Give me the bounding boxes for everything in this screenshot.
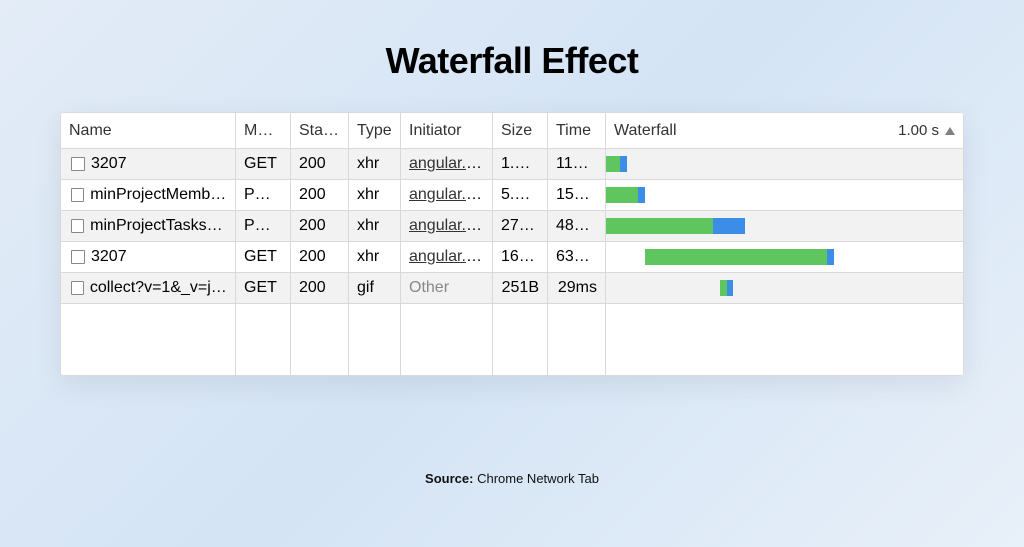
waterfall-segment-waiting [606,187,638,203]
request-size: 251B [493,273,548,304]
col-header-size[interactable]: Size [493,113,548,149]
row-checkbox[interactable] [71,219,84,233]
waterfall-segment-waiting [606,218,713,234]
request-time: 631ms [548,242,606,273]
request-method: GET [236,242,291,273]
network-table: Name Met... Status Type Initiator Size T… [60,112,964,376]
request-name: minProjectTasksBy... [90,217,227,235]
table-row[interactable]: minProjectTasksBy... POST 200 xhr angula… [61,211,964,242]
request-initiator[interactable]: angular.js:... [409,155,493,172]
network-panel: Name Met... Status Type Initiator Size T… [60,112,964,376]
request-status: 200 [291,211,349,242]
request-method: POST [236,211,291,242]
request-type: xhr [349,242,401,273]
col-header-type[interactable]: Type [349,113,401,149]
row-checkbox[interactable] [71,188,84,202]
waterfall-bar [606,187,963,203]
col-header-initiator[interactable]: Initiator [401,113,493,149]
request-status: 200 [291,149,349,180]
table-row[interactable]: 3207 GET 200 xhr angular.js:... 1.8KB 11… [61,149,964,180]
table-header-row: Name Met... Status Type Initiator Size T… [61,113,964,149]
row-checkbox[interactable] [71,157,85,171]
waterfall-segment-waiting [606,156,620,172]
waterfall-bar [645,249,963,265]
request-status: 200 [291,180,349,211]
request-initiator: Other [409,279,449,296]
request-name: 3207 [91,155,127,173]
col-header-name[interactable]: Name [61,113,236,149]
waterfall-segment-waiting [720,280,727,296]
waterfall-segment-download [727,280,732,296]
col-header-time[interactable]: Time [548,113,606,149]
request-time: 29ms [548,273,606,304]
request-type: xhr [349,149,401,180]
source-caption: Source: Chrome Network Tab [60,471,964,486]
waterfall-bar [720,280,963,296]
table-row[interactable]: 3207 GET 200 xhr angular.js:... 16.1... … [61,242,964,273]
waterfall-segment-download [827,249,834,265]
request-type: xhr [349,211,401,242]
waterfall-cell [606,211,964,242]
request-name: collect?v=1&_v=j48... [90,279,227,297]
request-method: GET [236,273,291,304]
request-status: 200 [291,273,349,304]
waterfall-bar [606,218,963,234]
row-checkbox[interactable] [71,281,84,295]
col-header-status[interactable]: Status [291,113,349,149]
empty-rows [61,304,964,376]
page-title: Waterfall Effect [60,40,964,82]
request-type: xhr [349,180,401,211]
waterfall-segment-download [620,156,627,172]
col-header-waterfall[interactable]: Waterfall 1.00 s [606,113,964,149]
request-name: minProjectMember... [90,186,227,204]
waterfall-segment-download [638,187,645,203]
request-size: 270... [493,211,548,242]
row-checkbox[interactable] [71,250,85,264]
waterfall-time-marker: 1.00 s [898,122,939,139]
waterfall-label: Waterfall [614,122,677,140]
request-method: POST [236,180,291,211]
waterfall-segment-download [713,218,745,234]
waterfall-cell [606,149,964,180]
request-status: 200 [291,242,349,273]
waterfall-cell [606,273,964,304]
waterfall-bar [606,156,963,172]
request-time: 489ms [548,211,606,242]
request-type: gif [349,273,401,304]
request-initiator[interactable]: angular.js:... [409,186,493,203]
table-row[interactable]: collect?v=1&_v=j48... GET 200 gif Other … [61,273,964,304]
waterfall-segment-waiting [645,249,827,265]
sort-ascending-icon[interactable] [945,127,955,135]
request-method: GET [236,149,291,180]
request-name: 3207 [91,248,127,266]
request-size: 1.8KB [493,149,548,180]
table-row[interactable]: minProjectMember... POST 200 xhr angular… [61,180,964,211]
request-time: 152ms [548,180,606,211]
col-header-method[interactable]: Met... [236,113,291,149]
request-initiator[interactable]: angular.js:... [409,248,493,265]
waterfall-cell [606,242,964,273]
waterfall-cell [606,180,964,211]
request-initiator[interactable]: angular.js:... [409,217,493,234]
request-size: 16.1... [493,242,548,273]
request-size: 5.2KB [493,180,548,211]
request-time: 113ms [548,149,606,180]
